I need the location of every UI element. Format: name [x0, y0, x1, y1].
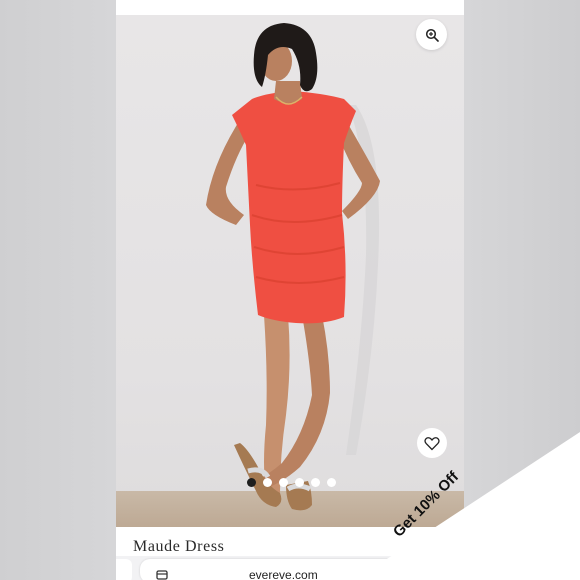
carousel-dot-1[interactable] [247, 477, 256, 487]
mobile-screen: Maude Dress [116, 0, 464, 580]
carousel-dot-2[interactable] [263, 477, 272, 487]
carousel-dot-3[interactable] [279, 477, 288, 487]
zoom-button[interactable] [416, 19, 447, 50]
header-strip [116, 0, 464, 15]
product-title: Maude Dress [133, 538, 225, 555]
background-left [0, 0, 116, 580]
dress [232, 91, 356, 324]
url-text[interactable]: evereve.com [249, 568, 318, 580]
wishlist-button[interactable] [417, 428, 447, 458]
carousel-dot-4[interactable] [295, 477, 304, 487]
carousel-dot-6[interactable] [327, 477, 336, 487]
tabs-icon[interactable] [156, 570, 168, 580]
model-illustration [206, 23, 380, 511]
carousel-dot-5[interactable] [311, 477, 320, 487]
zoom-in-icon [425, 28, 439, 42]
heart-icon [424, 436, 440, 450]
model-leg-front [250, 315, 330, 491]
product-image[interactable] [116, 15, 464, 527]
carousel-dots [247, 477, 336, 487]
previous-tab-edge[interactable] [116, 559, 132, 580]
